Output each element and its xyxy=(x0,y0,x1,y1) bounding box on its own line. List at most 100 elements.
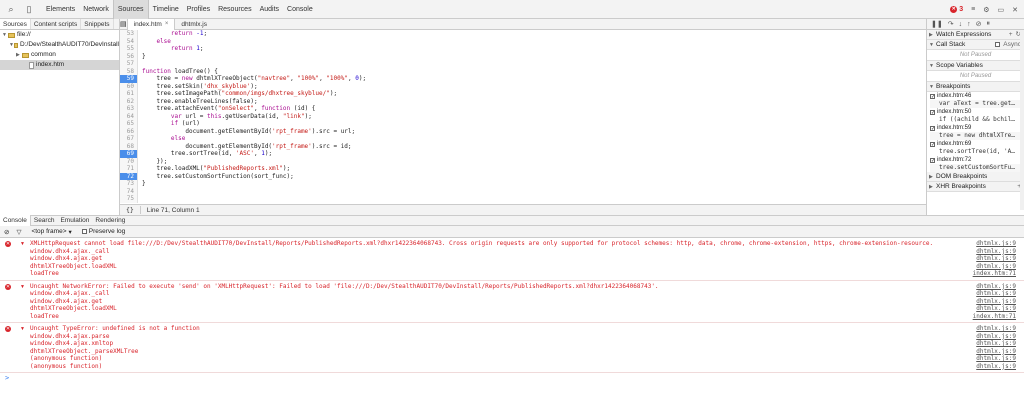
step-into-icon[interactable]: ↓ xyxy=(959,21,963,28)
line-number[interactable]: 60 xyxy=(120,82,138,90)
source-link[interactable]: dhtmlx.js:9 xyxy=(976,263,1016,271)
deactivate-breakpoints-icon[interactable]: ⊘ xyxy=(976,20,982,28)
async-checkbox[interactable] xyxy=(995,42,1001,47)
source-link[interactable]: dhtmlx.js:9 xyxy=(976,348,1016,356)
tree-item[interactable]: ▶ common xyxy=(0,50,119,60)
source-link[interactable]: dhtmlx.js:9 xyxy=(976,340,1016,348)
source-link[interactable]: dhtmlx.js:9 xyxy=(976,240,1016,248)
step-out-icon[interactable]: ↑ xyxy=(967,21,971,28)
line-number[interactable]: 70 xyxy=(120,157,138,165)
dock-icon[interactable]: ▭ xyxy=(998,6,1005,14)
preserve-log-checkbox[interactable] xyxy=(81,229,87,234)
line-number[interactable]: 73 xyxy=(120,180,138,188)
dom-breakpoints-header[interactable]: ▶ DOM Breakpoints xyxy=(927,172,1024,182)
line-number[interactable]: 66 xyxy=(120,127,138,135)
drawer-tab-rendering[interactable]: Rendering xyxy=(92,215,128,226)
line-number[interactable]: 68 xyxy=(120,142,138,150)
xhr-breakpoints-header[interactable]: ▶ XHR Breakpoints + xyxy=(927,182,1024,192)
editor-tab[interactable]: dhtmlx.js xyxy=(175,19,213,30)
breakpoint-checkbox[interactable]: ✓ xyxy=(930,125,935,131)
scope-variables-header[interactable]: ▼ Scope Variables xyxy=(927,61,1024,71)
source-link[interactable]: index.htm:71 xyxy=(973,270,1016,278)
breakpoint-item[interactable]: ✓ index.htm:72 tree.setCustomSortFu… xyxy=(927,156,1024,172)
tree-item[interactable]: ▼ file:// xyxy=(0,30,119,40)
panel-tab-console[interactable]: Console xyxy=(283,0,317,19)
navigator-tab[interactable]: Sources xyxy=(0,19,31,29)
line-number[interactable]: 58 xyxy=(120,67,138,75)
source-link[interactable]: dhtmlx.js:9 xyxy=(976,363,1016,371)
source-link[interactable]: dhtmlx.js:9 xyxy=(976,283,1016,291)
panel-tab-timeline[interactable]: Timeline xyxy=(149,0,183,19)
call-stack-header[interactable]: ▼ Call Stack Async xyxy=(927,40,1024,50)
breakpoint-line-number[interactable]: 72 xyxy=(120,172,138,180)
pause-icon[interactable]: ❚❚ xyxy=(931,20,943,28)
line-number[interactable]: 74 xyxy=(120,187,138,195)
tree-item[interactable]: ▼ D:/Dev/StealthAUDIT70/DevInstall xyxy=(0,40,119,50)
line-number[interactable]: 53 xyxy=(120,30,138,38)
source-link[interactable]: dhtmlx.js:9 xyxy=(976,325,1016,333)
panel-tab-network[interactable]: Network xyxy=(79,0,113,19)
navigator-tab[interactable]: Content scripts xyxy=(31,19,82,29)
inspect-icon[interactable]: ⌕ xyxy=(4,2,18,16)
source-link[interactable]: dhtmlx.js:9 xyxy=(976,248,1016,256)
source-link[interactable]: dhtmlx.js:9 xyxy=(976,255,1016,263)
line-number[interactable]: 62 xyxy=(120,97,138,105)
filter-icon[interactable]: ▽ xyxy=(16,228,21,236)
source-link[interactable]: dhtmlx.js:9 xyxy=(976,290,1016,298)
frame-selector[interactable]: <top frame> ▾ xyxy=(28,228,74,236)
breakpoint-item[interactable]: ✓ index.htm:59 tree = new dhtmlXTre… xyxy=(927,124,1024,140)
preserve-log-toggle[interactable]: Preserve log xyxy=(81,228,125,235)
line-number[interactable]: 71 xyxy=(120,165,138,173)
line-number[interactable]: 57 xyxy=(120,60,138,68)
source-link[interactable]: dhtmlx.js:9 xyxy=(976,298,1016,306)
panel-tab-elements[interactable]: Elements xyxy=(42,0,79,19)
tree-item[interactable]: index.htm xyxy=(0,60,119,70)
sidebar-scrollbar[interactable] xyxy=(1020,30,1024,210)
line-number[interactable]: 54 xyxy=(120,37,138,45)
line-number[interactable]: 63 xyxy=(120,105,138,113)
panel-tab-profiles[interactable]: Profiles xyxy=(183,0,214,19)
line-number[interactable]: 75 xyxy=(120,195,138,203)
breakpoint-checkbox[interactable]: ✓ xyxy=(930,109,935,115)
expand-arrow-icon[interactable]: ▼ xyxy=(20,326,25,332)
breakpoint-checkbox[interactable]: ✓ xyxy=(930,157,935,163)
line-number[interactable]: 64 xyxy=(120,112,138,120)
expand-arrow-icon[interactable]: ▼ xyxy=(20,241,25,247)
breakpoint-line-number[interactable]: 69 xyxy=(120,150,138,158)
close-icon[interactable]: ✕ xyxy=(1012,6,1018,14)
source-code[interactable]: 53 return -1; 54 else 55 return 1; 56} 57 58 f… xyxy=(120,30,926,204)
error-counter[interactable]: ✕ 3 xyxy=(950,6,963,13)
breakpoint-item[interactable]: ✓ index.htm:50 if ((achild && bchil… xyxy=(927,108,1024,124)
editor-tab[interactable]: index.htm × xyxy=(126,18,176,30)
navigator-tab[interactable]: Snippets xyxy=(81,19,114,29)
settings-icon[interactable]: ⚙ xyxy=(983,6,989,14)
breakpoint-checkbox[interactable]: ✓ xyxy=(930,141,935,147)
add-icon[interactable]: + xyxy=(1009,30,1013,40)
expand-arrow-icon[interactable]: ▼ xyxy=(20,284,25,290)
drawer-tab-console[interactable]: Console xyxy=(0,215,31,226)
breakpoint-line-number[interactable]: 59 xyxy=(120,75,138,83)
breakpoint-checkbox[interactable]: ✓ xyxy=(930,93,935,99)
panel-tab-sources[interactable]: Sources xyxy=(112,0,149,19)
panel-tab-audits[interactable]: Audits xyxy=(256,0,283,19)
drawer-toggle-icon[interactable]: ≡ xyxy=(971,6,975,13)
device-mode-icon[interactable]: ▯ xyxy=(22,2,36,16)
pause-on-exceptions-icon[interactable]: ⏸ xyxy=(986,20,990,28)
drawer-tab-emulation[interactable]: Emulation xyxy=(57,215,92,226)
step-over-icon[interactable]: ↷ xyxy=(948,20,954,28)
line-number[interactable]: 67 xyxy=(120,135,138,143)
async-toggle[interactable]: Async xyxy=(995,40,1021,50)
clear-console-icon[interactable]: ⊘ xyxy=(4,228,9,236)
watch-expressions-header[interactable]: ▶ Watch Expressions + ↻ xyxy=(927,30,1024,40)
breakpoint-item[interactable]: ✓ index.htm:69 tree.sortTree(id, 'A… xyxy=(927,140,1024,156)
breakpoints-header[interactable]: ▼ Breakpoints xyxy=(927,82,1024,92)
navigator-toggle-icon[interactable]: ▤ xyxy=(120,20,127,28)
source-link[interactable]: dhtmlx.js:9 xyxy=(976,355,1016,363)
source-link[interactable]: dhtmlx.js:9 xyxy=(976,305,1016,313)
breakpoint-item[interactable]: ✓ index.htm:46 var aText = tree.get… xyxy=(927,92,1024,108)
pretty-print-button[interactable]: {} xyxy=(120,206,141,214)
line-number[interactable]: 65 xyxy=(120,120,138,128)
line-number[interactable]: 56 xyxy=(120,52,138,60)
console-prompt[interactable]: > xyxy=(0,373,1024,383)
line-number[interactable]: 61 xyxy=(120,90,138,98)
